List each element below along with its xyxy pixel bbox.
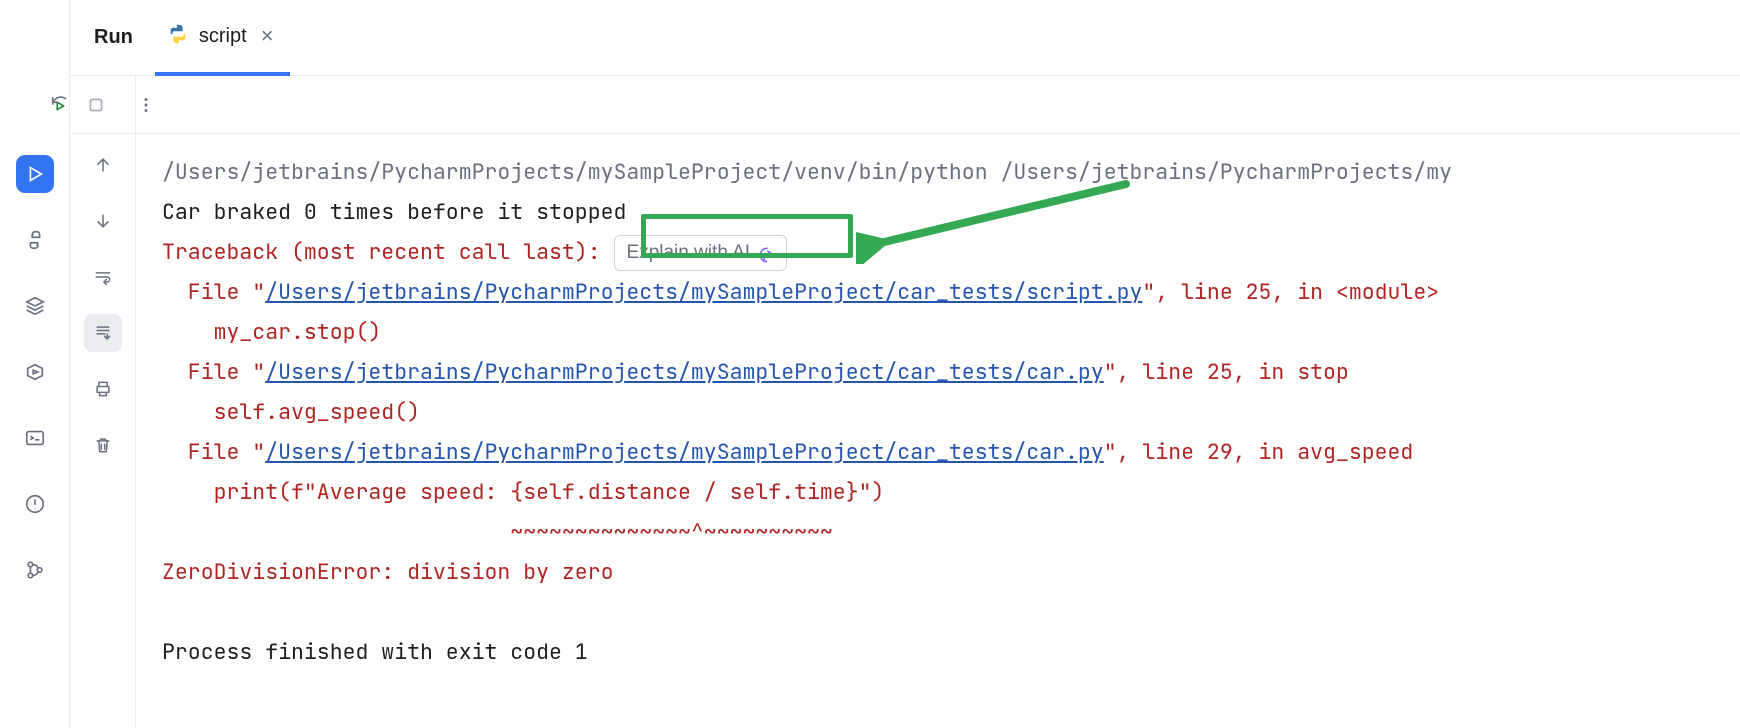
tab-bar: Run script ×	[70, 0, 1740, 76]
problems-button[interactable]	[16, 485, 54, 523]
print-button[interactable]	[84, 370, 122, 408]
console-toolbar-spacer	[136, 76, 1740, 134]
trace-frame-0-file: File "/Users/jetbrains/PycharmProjects/m…	[162, 278, 1439, 306]
stdout-line: Car braked 0 times before it stopped	[162, 198, 626, 226]
debug-button[interactable]	[16, 353, 54, 391]
soft-wrap-button[interactable]	[84, 258, 122, 296]
python-icon	[167, 23, 189, 50]
tab-label: script	[199, 25, 247, 48]
file-link[interactable]: /Users/jetbrains/PycharmProjects/mySampl…	[265, 358, 1104, 386]
trace-frame-1-file: File "/Users/jetbrains/PycharmProjects/m…	[162, 358, 1349, 386]
traceback-header: Traceback (most recent call last):	[162, 238, 601, 266]
ai-icon	[758, 244, 776, 262]
up-trace-button[interactable]	[84, 146, 122, 184]
services-button[interactable]	[16, 287, 54, 325]
error-line: ZeroDivisionError: division by zero	[162, 558, 614, 586]
trace-frame-1-code: self.avg_speed()	[162, 398, 420, 426]
close-icon[interactable]: ×	[257, 25, 278, 47]
command-line: /Users/jetbrains/PycharmProjects/mySampl…	[162, 158, 1452, 186]
scroll-to-end-button[interactable]	[84, 314, 122, 352]
file-link[interactable]: /Users/jetbrains/PycharmProjects/mySampl…	[265, 278, 1142, 306]
run-panel: Run script ×	[70, 0, 1740, 728]
annotation-arrow	[856, 174, 1146, 264]
clear-button[interactable]	[84, 426, 122, 464]
python-console-button[interactable]	[16, 221, 54, 259]
trace-frame-2-file: File "/Users/jetbrains/PycharmProjects/m…	[162, 438, 1413, 466]
tab-script[interactable]: script ×	[155, 0, 290, 76]
exit-line: Process finished with exit code 1	[162, 638, 588, 666]
console-output[interactable]: /Users/jetbrains/PycharmProjects/mySampl…	[136, 134, 1740, 728]
explain-with-ai-button[interactable]: Explain with AI	[614, 235, 788, 271]
trace-frame-2-code: print(f"Average speed: {self.distance / …	[162, 478, 884, 506]
panel-title: Run	[84, 0, 143, 76]
console-gutter	[70, 76, 136, 728]
run-tool-button[interactable]	[16, 155, 54, 193]
vcs-button[interactable]	[16, 551, 54, 589]
trace-frame-0-code: my_car.stop()	[162, 318, 381, 346]
stop-button[interactable]	[85, 86, 107, 124]
down-trace-button[interactable]	[84, 202, 122, 240]
rerun-button[interactable]	[49, 86, 71, 124]
terminal-button[interactable]	[16, 419, 54, 457]
file-link[interactable]: /Users/jetbrains/PycharmProjects/mySampl…	[265, 438, 1104, 466]
ai-button-label: Explain with AI	[627, 238, 751, 268]
trace-marker: ~~~~~~~~~~~~~~^~~~~~~~~~~	[162, 518, 833, 546]
